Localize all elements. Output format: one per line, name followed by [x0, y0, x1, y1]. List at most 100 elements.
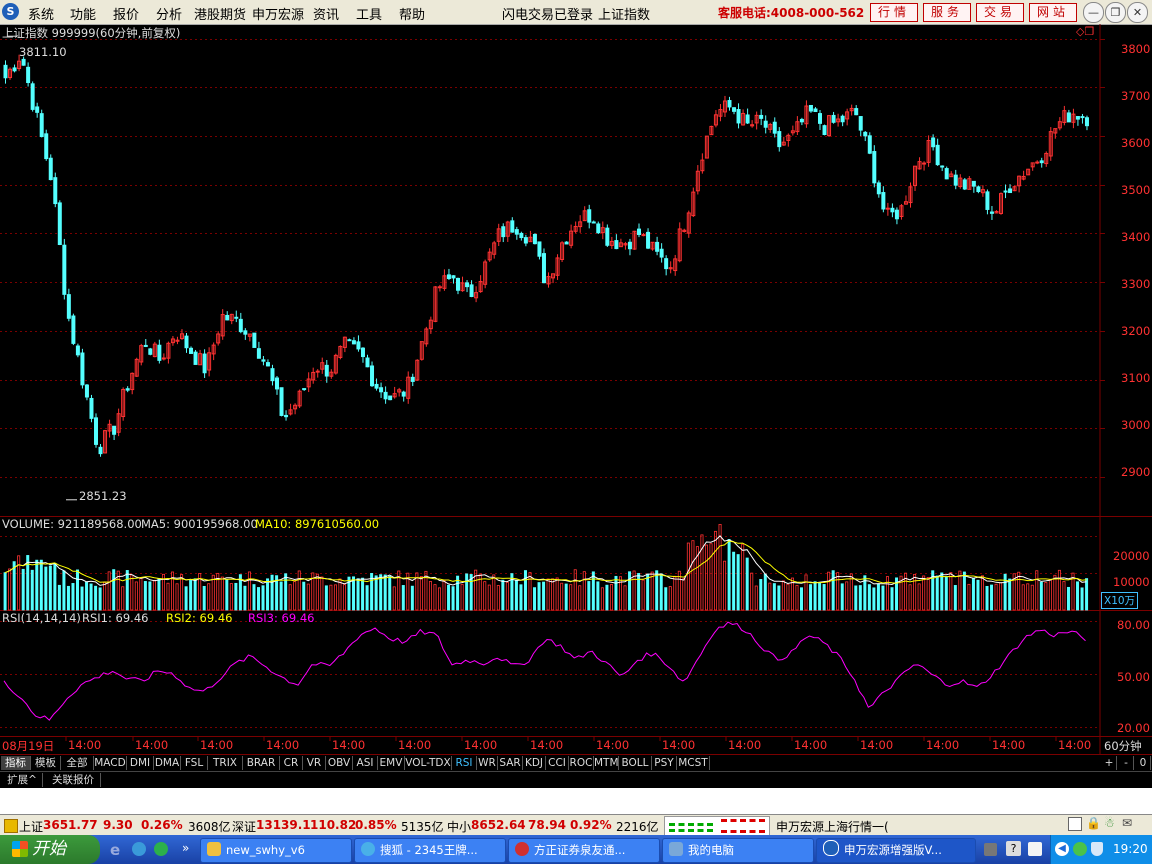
signal-icon[interactable]: ☃	[1104, 816, 1115, 830]
time-axis-label: 14:00	[68, 738, 102, 752]
indicator-tab-cci[interactable]: CCI	[546, 756, 569, 770]
indicator-tab-vol-tdx[interactable]: VOL-TDX	[405, 756, 452, 770]
candle-body	[125, 388, 130, 391]
chart-settings-icon[interactable]: ◇❐	[1076, 25, 1094, 38]
ie-icon[interactable]: e	[110, 841, 120, 859]
indicator-tab-asi[interactable]: ASI	[353, 756, 378, 770]
taskbar-item-label: 方正证券泉友通...	[534, 843, 626, 857]
indicator-tab-rsi[interactable]: RSI	[452, 756, 477, 770]
menu-swhy[interactable]: 申万宏源	[252, 4, 304, 23]
volume-bar	[1066, 586, 1070, 611]
service-button[interactable]: 服务	[923, 3, 971, 22]
indicator-tab-全部[interactable]: 全部	[61, 756, 94, 770]
chat-icon[interactable]: ✉	[1122, 816, 1132, 830]
indicator-tab-macd[interactable]: MACD	[94, 756, 127, 770]
volume-bar	[8, 568, 12, 611]
candle-body	[365, 357, 370, 368]
candle-body	[275, 377, 279, 390]
candle-body	[94, 417, 98, 445]
menu-news[interactable]: 资讯	[313, 4, 339, 23]
candle-body	[523, 237, 528, 244]
candle-body	[532, 233, 537, 245]
candle-body	[53, 177, 58, 205]
candle-body	[501, 226, 506, 238]
related-quotes-tab[interactable]: 关联报价	[46, 773, 101, 787]
rsi-line	[3, 621, 1086, 721]
tab-control-zero[interactable]: 0	[1136, 756, 1151, 770]
menu-quote[interactable]: 报价	[113, 4, 139, 23]
volume-bar	[917, 583, 921, 611]
menu-tools[interactable]: 工具	[356, 4, 382, 23]
browser-icon[interactable]	[132, 842, 146, 856]
quote-button[interactable]: 行情	[870, 3, 918, 22]
candle-body	[564, 241, 569, 245]
volume-bar	[143, 581, 147, 611]
volume-bar	[17, 555, 21, 611]
minimize-icon[interactable]: —	[1083, 2, 1104, 23]
menu-analysis[interactable]: 分析	[156, 4, 182, 23]
indicator-tab-roc[interactable]: ROC	[569, 756, 594, 770]
volume-bar	[315, 573, 319, 611]
indicator-tab-dma[interactable]: DMA	[154, 756, 181, 770]
menu-system[interactable]: 系统	[28, 4, 54, 23]
network-icon[interactable]	[1073, 842, 1087, 856]
ime-icon[interactable]	[1028, 842, 1042, 856]
shield-icon[interactable]	[1091, 842, 1103, 856]
indicator-tab-模板[interactable]: 模板	[31, 756, 61, 770]
tray-app-icon[interactable]	[984, 843, 997, 856]
indicator-tab-mtm[interactable]: MTM	[594, 756, 619, 770]
candle-body	[1066, 112, 1071, 123]
indicator-tab-cr[interactable]: CR	[280, 756, 303, 770]
taskbar-item-swhy[interactable]: 申万宏源增强版V...	[816, 838, 976, 863]
volume-bar	[727, 539, 731, 611]
indicator-tab-mcst[interactable]: MCST	[677, 756, 710, 770]
indicator-tab-dmi[interactable]: DMI	[127, 756, 154, 770]
candlestick-chart[interactable]	[0, 24, 1152, 754]
time-axis-label: 14:00	[332, 738, 366, 752]
volume-bar	[342, 584, 346, 611]
volume-bar	[736, 554, 740, 611]
indicator-tab-brar[interactable]: BRAR	[243, 756, 280, 770]
expand-tab[interactable]: 扩展^	[2, 773, 43, 787]
indicator-tab-trix[interactable]: TRIX	[208, 756, 243, 770]
volume-bar	[854, 585, 858, 611]
indicator-tab-boll[interactable]: BOLL	[619, 756, 652, 770]
help-tray-icon[interactable]: ?	[1006, 841, 1021, 856]
indicator-tab-指标[interactable]: 指标	[1, 756, 31, 770]
tray-back-icon[interactable]: ◀	[1055, 842, 1069, 856]
volume-bar	[885, 576, 889, 611]
taskbar-item-sohu[interactable]: 搜狐 - 2345王牌...	[354, 838, 506, 863]
indicator-tab-obv[interactable]: OBV	[326, 756, 353, 770]
lock-icon[interactable]: 🔒	[1086, 816, 1101, 830]
tab-control-minus[interactable]: -	[1119, 756, 1134, 770]
indicator-tab-psy[interactable]: PSY	[652, 756, 677, 770]
restore-icon[interactable]: ❐	[1105, 2, 1126, 23]
menu-hk-futures[interactable]: 港股期货	[194, 4, 246, 23]
chart-area[interactable]: 上证指数 999999(60分钟,前复权) ◇❐ 3811.10 2851.23…	[0, 24, 1152, 754]
taskbar-item-founder[interactable]: 方正证券泉友通...	[508, 838, 660, 863]
indicator-tab-vr[interactable]: VR	[303, 756, 326, 770]
period-label[interactable]: 60分钟	[1104, 738, 1142, 754]
close-icon[interactable]: ✕	[1127, 2, 1148, 23]
indicator-tab-kdj[interactable]: KDJ	[523, 756, 546, 770]
indicator-tab-fsl[interactable]: FSL	[181, 756, 208, 770]
website-button[interactable]: 网站	[1029, 3, 1077, 22]
volume-bar	[48, 565, 52, 611]
volume-bar	[324, 585, 328, 611]
indicator-tab-sar[interactable]: SAR	[498, 756, 523, 770]
candle-body	[772, 121, 777, 134]
tab-control-plus[interactable]: +	[1102, 756, 1117, 770]
show-more-icon[interactable]: »	[182, 841, 189, 855]
window-icon[interactable]	[1068, 817, 1082, 831]
quick-launch-icon[interactable]	[154, 842, 168, 856]
indicator-tab-emv[interactable]: EMV	[378, 756, 405, 770]
trade-button[interactable]: 交易	[976, 3, 1024, 22]
candle-body	[931, 137, 936, 148]
volume-label: VOLUME: 921189568.00	[2, 517, 142, 531]
taskbar-item-my-computer[interactable]: 我的电脑	[662, 838, 814, 863]
taskbar-item-folder[interactable]: new_swhy_v6	[200, 838, 352, 863]
start-button[interactable]: 开始	[0, 835, 100, 864]
menu-function[interactable]: 功能	[70, 4, 96, 23]
indicator-tab-wr[interactable]: WR	[477, 756, 498, 770]
menu-help[interactable]: 帮助	[399, 4, 425, 23]
